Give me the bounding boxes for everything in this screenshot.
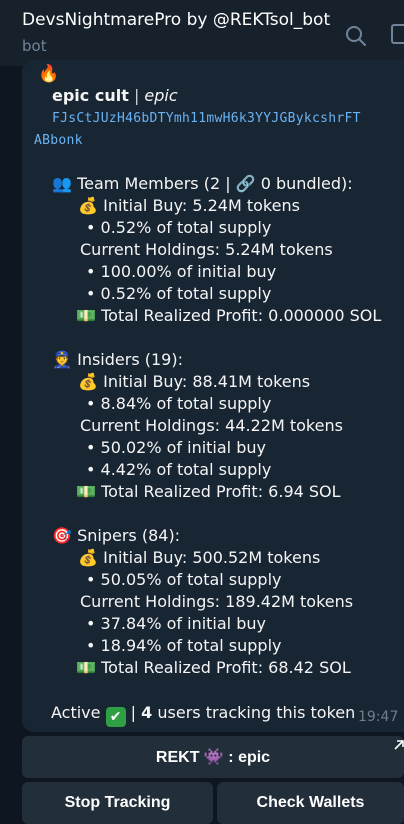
money-icon: 💵 (76, 482, 96, 501)
check-wallets-button[interactable]: Check Wallets (217, 782, 404, 824)
status-prefix: Active (51, 703, 106, 722)
money-bag-icon: 💰 (78, 548, 98, 567)
title-separator: | (128, 86, 145, 105)
money-icon: 💵 (76, 658, 96, 677)
stop-tracking-label: Stop Tracking (64, 794, 171, 811)
token-address-line1[interactable]: FJsCtJUzH46bDTYmh11mwH6k3YYJGBykcshrFT (52, 111, 361, 126)
money-icon: 💵 (76, 306, 96, 325)
snipers-holdings-pct-supply: • 18.94% of total supply (86, 636, 282, 655)
snipers-profit-row: 💵 Total Realized Profit: 68.42 SOL (76, 658, 351, 677)
target-icon: 🎯 (52, 526, 72, 545)
money-bag-icon: 💰 (78, 196, 98, 215)
team-initial-buy: Initial Buy: 5.24M tokens (103, 196, 300, 215)
police-icon: 👮 (52, 350, 72, 369)
team-holdings-pct-supply: • 0.52% of total supply (86, 284, 272, 303)
snipers-initial-buy: Initial Buy: 500.52M tokens (103, 548, 321, 567)
insiders-holdings-pct-supply: • 4.42% of total supply (86, 460, 272, 479)
insiders-profit-row: 💵 Total Realized Profit: 6.94 SOL (76, 482, 341, 501)
insiders-profit: Total Realized Profit: 6.94 SOL (101, 482, 341, 501)
insiders-initial-pct: • 8.84% of total supply (86, 394, 272, 413)
token-symbol: epic (144, 86, 178, 105)
team-profit-row: 💵 Total Realized Profit: 0.000000 SOL (76, 306, 381, 325)
rekt-button[interactable]: REKT 👾 : epic (22, 736, 404, 778)
team-holdings: Current Holdings: 5.24M tokens (80, 240, 333, 259)
tracking-status: Active ✔ | 4 users tracking this token (51, 703, 355, 727)
check-wallets-label: Check Wallets (256, 794, 365, 811)
snipers-initial-buy-row: 💰 Initial Buy: 500.52M tokens (78, 548, 320, 567)
team-profit: Total Realized Profit: 0.000000 SOL (101, 306, 382, 325)
insiders-holdings: Current Holdings: 44.22M tokens (80, 416, 343, 435)
rekt-button-label: REKT 👾 : epic (155, 749, 271, 766)
insiders-initial-buy: Initial Buy: 88.41M tokens (103, 372, 311, 391)
insiders-heading: Insiders (19): (77, 350, 183, 369)
team-initial-buy-row: 💰 Initial Buy: 5.24M tokens (78, 196, 300, 215)
team-initial-pct: • 0.52% of total supply (86, 218, 272, 237)
token-title: epic cult | epic (52, 86, 178, 105)
chat-title[interactable]: DevsNightmarePro by @REKTsol_bot (22, 10, 330, 30)
external-link-icon (394, 740, 404, 750)
insiders-holdings-pct-initial: • 50.02% of initial buy (86, 438, 266, 457)
chat-subtitle: bot (22, 37, 47, 55)
fire-icon: 🔥 (38, 64, 60, 84)
status-separator: | (125, 703, 142, 722)
snipers-heading-row: 🎯 Snipers (84): (52, 526, 180, 545)
snipers-holdings-pct-initial: • 37.84% of initial buy (86, 614, 266, 633)
side-panel-icon[interactable] (390, 22, 404, 46)
stop-tracking-button[interactable]: Stop Tracking (22, 782, 213, 824)
insiders-initial-buy-row: 💰 Initial Buy: 88.41M tokens (78, 372, 310, 391)
token-name: epic cult (52, 86, 129, 105)
team-heading: Team Members (2 | 🔗 0 bundled): (77, 174, 353, 193)
insiders-heading-row: 👮 Insiders (19): (52, 350, 183, 369)
snipers-initial-pct: • 50.05% of total supply (86, 570, 282, 589)
chat-header: DevsNightmarePro by @REKTsol_bot bot (0, 0, 404, 66)
money-bag-icon: 💰 (78, 372, 98, 391)
snipers-holdings: Current Holdings: 189.42M tokens (80, 592, 354, 611)
snipers-heading: Snipers (84): (77, 526, 181, 545)
search-icon[interactable] (344, 24, 368, 48)
team-icon: 👥 (52, 174, 72, 193)
team-holdings-pct-initial: • 100.00% of initial buy (86, 262, 277, 281)
tracking-count: 4 (141, 703, 153, 722)
token-address-line2[interactable]: ABbonk (34, 133, 83, 148)
team-heading-row: 👥 Team Members (2 | 🔗 0 bundled): (52, 174, 353, 193)
snipers-profit: Total Realized Profit: 68.42 SOL (101, 658, 351, 677)
message-time: 19:47 (358, 709, 399, 725)
status-suffix: users tracking this token (152, 703, 356, 722)
check-icon: ✔ (105, 707, 126, 727)
